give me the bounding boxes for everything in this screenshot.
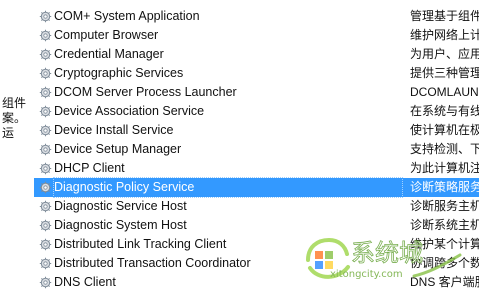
watermark-logo: 系统城 xitongcity.com: [306, 237, 462, 280]
table-row[interactable]: Device Setup Manager 支持检测、下: [34, 140, 479, 159]
service-name: Cryptographic Services: [54, 66, 184, 80]
service-name: DCOM Server Process Launcher: [54, 85, 237, 99]
service-description: 诊断服务主机: [410, 199, 479, 213]
service-name: Credential Manager: [54, 47, 164, 61]
service-description: 使计算机在极: [410, 123, 479, 137]
gear-icon: [39, 86, 52, 99]
service-description: 维护网络上计: [410, 28, 479, 42]
gear-icon: [39, 181, 52, 194]
service-description: 支持检测、下: [410, 142, 479, 156]
service-name: COM+ System Application: [54, 9, 200, 23]
service-description: 管理基于组件: [410, 9, 479, 23]
gear-icon: [39, 105, 52, 118]
table-row[interactable]: Device Install Service 使计算机在极: [34, 121, 479, 140]
gear-icon: [39, 48, 52, 61]
service-name: DHCP Client: [54, 161, 125, 175]
gear-icon: [39, 29, 52, 42]
service-name: Device Setup Manager: [54, 142, 182, 156]
gear-icon: [39, 200, 52, 213]
service-name: Diagnostic Policy Service: [53, 177, 403, 198]
table-row[interactable]: Computer Browser 维护网络上计: [34, 26, 479, 45]
gear-icon: [39, 276, 52, 289]
watermark-logo-text: 系统城: [351, 239, 423, 267]
table-row[interactable]: Diagnostic Policy Service 诊断策略服务: [34, 177, 479, 198]
service-name: Device Install Service: [54, 123, 174, 137]
watermark-url-text: xitongcity.com: [330, 269, 403, 280]
service-description: 提供三种管理: [410, 66, 479, 80]
service-name: Device Association Service: [54, 104, 205, 118]
gear-icon: [39, 238, 52, 251]
gear-icon: [39, 162, 52, 175]
service-name: Computer Browser: [54, 28, 159, 42]
table-row[interactable]: DCOM Server Process Launcher DCOMLAUN: [34, 83, 479, 102]
gear-icon: [39, 219, 52, 232]
table-row[interactable]: Credential Manager 为用户、应用: [34, 45, 479, 64]
gear-icon: [39, 10, 52, 23]
gear-icon: [39, 67, 52, 80]
service-name: Diagnostic Service Host: [54, 199, 187, 213]
table-row[interactable]: Diagnostic Service Host 诊断服务主机: [34, 197, 479, 216]
gear-icon: [39, 257, 52, 270]
service-description: 为用户、应用: [410, 47, 479, 61]
service-description-pane: 组件案。运: [0, 0, 34, 299]
service-description-text: 组件案。运: [2, 96, 27, 140]
service-description: 诊断策略服务: [410, 180, 479, 194]
service-description: DCOMLAUN: [410, 85, 479, 99]
gear-icon: [39, 143, 52, 156]
table-row[interactable]: Cryptographic Services 提供三种管理: [34, 64, 479, 83]
gear-icon: [39, 124, 52, 137]
table-row[interactable]: DHCP Client 为此计算机注: [34, 159, 479, 178]
table-row[interactable]: Device Association Service 在系统与有线: [34, 102, 479, 121]
table-row[interactable]: COM+ System Application 管理基于组件: [34, 7, 479, 26]
services-window: 组件案。运 COM+ System Application 管理基于组件 Compu…: [0, 0, 479, 299]
service-description: 在系统与有线: [410, 104, 479, 118]
service-description: 为此计算机注: [410, 161, 479, 175]
